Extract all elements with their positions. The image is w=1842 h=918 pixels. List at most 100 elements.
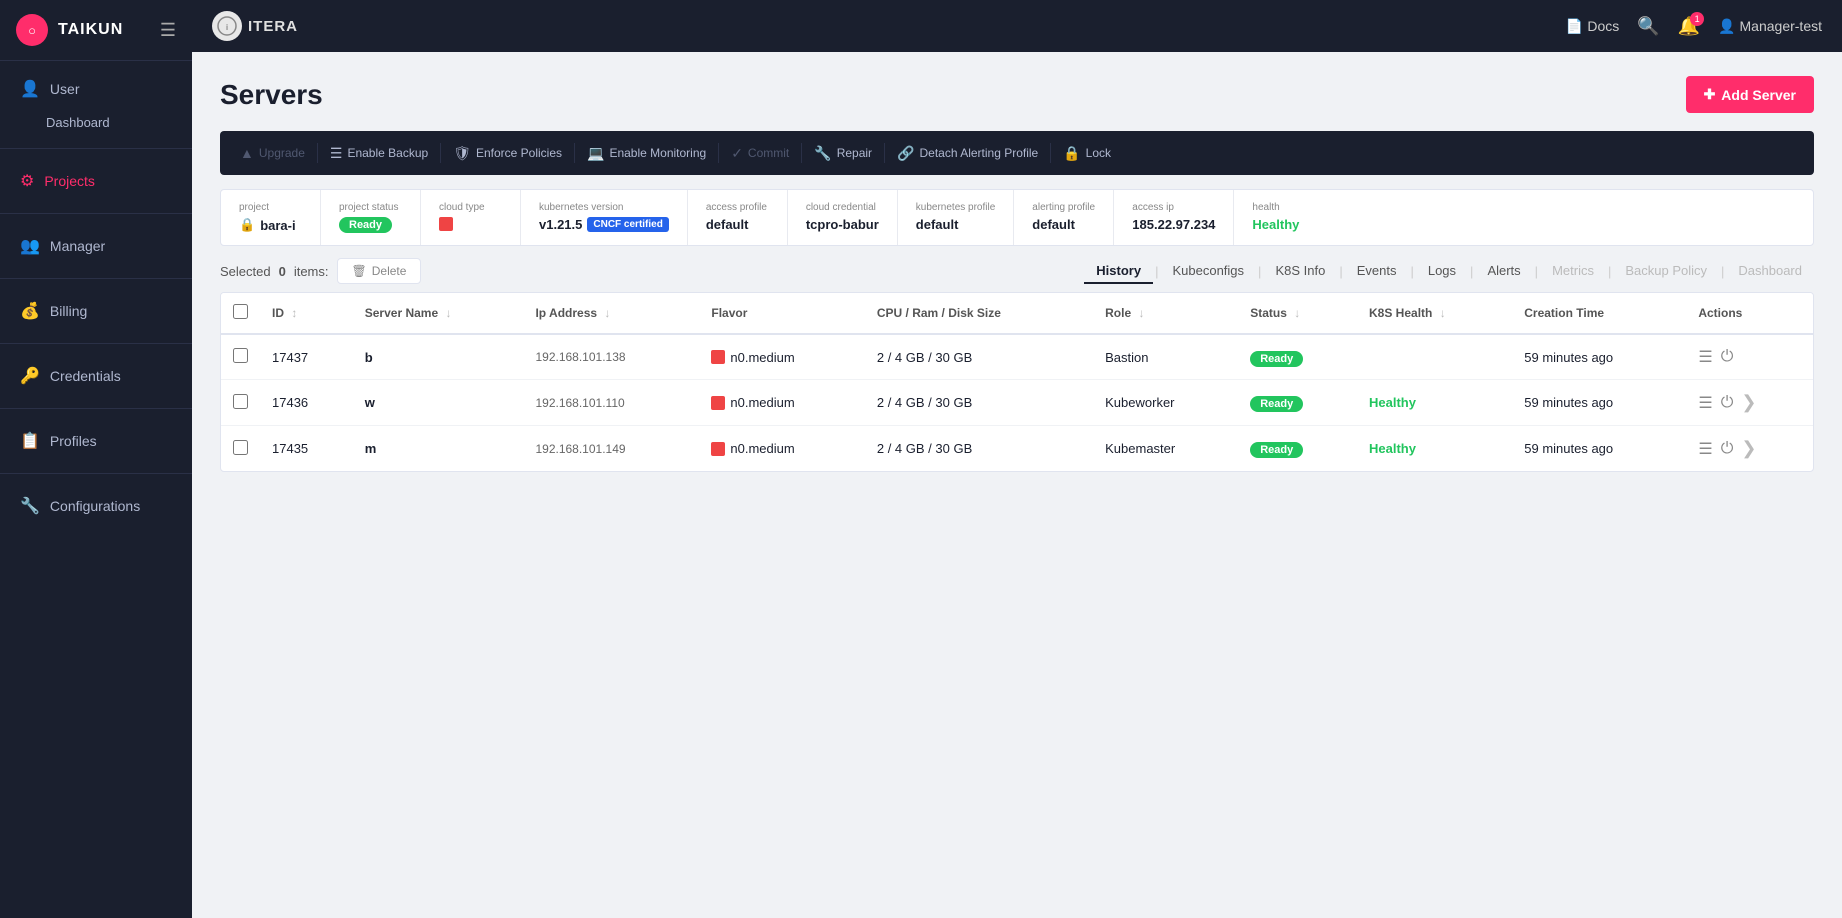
delete-button[interactable]: 🗑 Delete (337, 258, 422, 284)
row-menu-icon[interactable]: ☰ (1698, 439, 1712, 459)
row-action-buttons: ☰ ⏻ (1698, 347, 1801, 367)
th-role[interactable]: Role ↓ (1093, 293, 1238, 334)
row-status-badge: Ready (1250, 351, 1303, 367)
sidebar-item-projects[interactable]: ⚙ Projects (0, 161, 192, 201)
row-checkbox-cell[interactable] (221, 426, 260, 472)
servers-table-wrap: ID ↕ Server Name ↓ Ip Address ↓ Flavor C… (220, 292, 1814, 472)
th-id[interactable]: ID ↕ (260, 293, 353, 334)
enforce-policies-button[interactable]: 🛡 Enforce Policies (443, 139, 572, 168)
row-expand-icon[interactable]: ❯ (1741, 438, 1756, 459)
repair-button[interactable]: 🔧 Repair (804, 139, 882, 168)
detach-alerting-button[interactable]: 🔗 Detach Alerting Profile (887, 139, 1048, 168)
user-account-icon: 👤 (1718, 18, 1735, 35)
th-server-name[interactable]: Server Name ↓ (353, 293, 524, 334)
add-icon: ✚ (1704, 86, 1716, 103)
upgrade-button[interactable]: ▲ Upgrade (230, 139, 315, 167)
th-creation-time[interactable]: Creation Time (1512, 293, 1686, 334)
itera-logo: i (212, 11, 242, 41)
hamburger-menu[interactable]: ☰ (160, 20, 176, 41)
sidebar-divider-2 (0, 213, 192, 214)
row-actions-cell: ☰ ⏻ ❯ (1686, 380, 1813, 426)
row-action-buttons: ☰ ⏻ ❯ (1698, 392, 1801, 413)
subnav-logs[interactable]: Logs (1416, 259, 1468, 284)
project-lock-icon: 🔒 (239, 217, 255, 233)
subnav-backup-policy: Backup Policy (1613, 259, 1719, 284)
row-menu-icon[interactable]: ☰ (1698, 347, 1712, 367)
sidebar-item-configurations[interactable]: 🔧 Configurations (0, 486, 192, 526)
row-power-icon[interactable]: ⏻ (1721, 348, 1734, 366)
subnav-alerts[interactable]: Alerts (1475, 259, 1532, 284)
row-checkbox-cell[interactable] (221, 334, 260, 380)
th-actions: Actions (1686, 293, 1813, 334)
row-checkbox-cell[interactable] (221, 380, 260, 426)
sidebar-credentials-label: Credentials (50, 368, 121, 384)
access-ip-value: 185.22.97.234 (1132, 217, 1215, 232)
subnav-k8s-info[interactable]: K8S Info (1263, 259, 1337, 284)
sidebar-divider-3 (0, 278, 192, 279)
docs-link[interactable]: 📄 Docs (1566, 18, 1619, 35)
row-menu-icon[interactable]: ☰ (1698, 393, 1712, 413)
subnav-history[interactable]: History (1084, 259, 1153, 284)
th-flavor[interactable]: Flavor (699, 293, 864, 334)
commit-icon: ✓ (731, 145, 743, 162)
row-creation-time: 59 minutes ago (1512, 426, 1686, 472)
sidebar-billing-label: Billing (50, 303, 87, 319)
toolbar-sep-1 (317, 143, 318, 163)
row-checkbox[interactable] (233, 348, 248, 363)
notification-icon[interactable]: 🔔 1 (1678, 16, 1700, 37)
toolbar-sep-3 (574, 143, 575, 163)
row-checkbox[interactable] (233, 394, 248, 409)
row-status: Ready (1238, 334, 1357, 380)
notification-badge: 1 (1690, 12, 1704, 26)
info-project-status: project status Ready (321, 190, 421, 245)
sidebar-item-dashboard[interactable]: Dashboard (0, 109, 192, 136)
th-status[interactable]: Status ↓ (1238, 293, 1357, 334)
row-flavor: n0.medium (699, 334, 864, 380)
row-id: 17437 (260, 334, 353, 380)
health-value: Healthy (1252, 217, 1299, 232)
upgrade-icon: ▲ (240, 145, 254, 161)
lock-button[interactable]: 🔒 Lock (1053, 139, 1121, 168)
subnav-events[interactable]: Events (1345, 259, 1409, 284)
info-project: project 🔒 bara-i (221, 190, 321, 245)
sidebar-configurations-section: 🔧 Configurations (0, 478, 192, 534)
commit-button[interactable]: ✓ Commit (721, 139, 799, 168)
enable-monitoring-button[interactable]: 💻 Enable Monitoring (577, 139, 716, 168)
th-k8s-health[interactable]: K8S Health ↓ (1357, 293, 1512, 334)
project-status-badge: Ready (339, 217, 392, 233)
row-power-icon[interactable]: ⏻ (1721, 440, 1734, 458)
sidebar-item-billing[interactable]: 💰 Billing (0, 291, 192, 331)
toolbar-sep-4 (718, 143, 719, 163)
add-server-button[interactable]: ✚ Add Server (1686, 76, 1814, 113)
alerting-profile-value: default (1032, 217, 1075, 232)
search-icon[interactable]: 🔍 (1637, 16, 1659, 37)
row-expand-icon[interactable]: ❯ (1741, 392, 1756, 413)
flavor-cloud-icon (711, 442, 725, 456)
sidebar-item-user[interactable]: 👤 User (0, 69, 192, 109)
info-health: health Healthy (1234, 190, 1334, 245)
topbar-brand: i ITERA (212, 11, 298, 41)
row-status-badge: Ready (1250, 442, 1303, 458)
row-actions-cell: ☰ ⏻ ❯ (1686, 426, 1813, 472)
user-menu[interactable]: 👤 Manager-test (1718, 18, 1822, 35)
cloud-credential-value: tcpro-babur (806, 217, 879, 232)
row-power-icon[interactable]: ⏻ (1721, 394, 1734, 412)
sidebar-manager-label: Manager (50, 238, 105, 254)
sidebar-projects-section: ⚙ Projects (0, 153, 192, 209)
subnav-kubeconfigs[interactable]: Kubeconfigs (1160, 259, 1256, 284)
th-select-all[interactable] (221, 293, 260, 334)
enable-backup-button[interactable]: ☰ Enable Backup (320, 139, 438, 168)
th-ip-address[interactable]: Ip Address ↓ (523, 293, 699, 334)
select-all-checkbox[interactable] (233, 304, 248, 319)
sidebar-item-profiles[interactable]: 📋 Profiles (0, 421, 192, 461)
th-cpu-ram-disk[interactable]: CPU / Ram / Disk Size (865, 293, 1093, 334)
sidebar-divider-4 (0, 343, 192, 344)
table-row: 17436 w 192.168.101.110 n0.medium 2 / 4 … (221, 380, 1813, 426)
sidebar-user-label: User (50, 81, 80, 97)
actions-bar: Selected 0 items: 🗑 Delete History | Kub… (220, 258, 1814, 284)
sidebar-item-manager[interactable]: 👥 Manager (0, 226, 192, 266)
row-k8s-health: Healthy (1357, 426, 1512, 472)
sidebar-item-credentials[interactable]: 🔑 Credentials (0, 356, 192, 396)
row-checkbox[interactable] (233, 440, 248, 455)
enforce-icon: 🛡 (453, 145, 471, 162)
